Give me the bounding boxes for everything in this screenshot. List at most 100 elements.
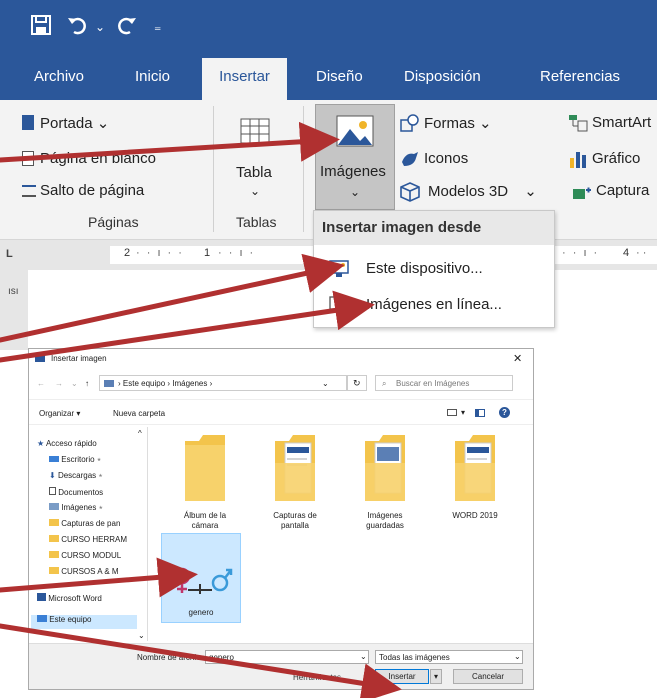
star-icon: ★ [37,439,45,448]
organizar-button[interactable]: Organizar ▾ [39,409,80,418]
nav-label: Descargas [57,471,97,480]
online-pictures-label: Imágenes en línea... [366,296,502,313]
nav-item-imagenes[interactable]: Imágenes ⭑ [49,503,149,517]
portada-button[interactable]: Portada ⌄ [22,114,109,132]
chevron-down-icon[interactable]: ⌄ [514,652,521,661]
nav-item-folder[interactable]: CURSO HERRAM [49,535,149,549]
nav-item-quick-access[interactable]: ★ Acceso rápido [37,439,137,453]
pc-icon [37,615,47,622]
close-icon[interactable]: ✕ [513,352,522,365]
search-placeholder: Buscar en Imágenes [396,379,470,388]
undo-dropdown-icon[interactable]: ⌄ [95,20,105,34]
filename-input[interactable]: genero ⌄ [205,650,369,664]
refresh-icon: ↻ [353,378,361,388]
customize-qat-icon[interactable]: ₌ [154,18,161,35]
tab-disposicion[interactable]: Disposición [404,68,481,85]
nav-item-folder[interactable]: Capturas de pan [49,519,149,533]
file-item-genero[interactable]: genero [161,533,241,623]
search-input[interactable]: ⌕ Buscar en Imágenes [375,375,513,391]
blank-page-label: Página en blanco [40,150,156,167]
refresh-button[interactable]: ↻ [347,375,367,391]
gender-image-thumbnail [173,567,233,594]
nav-item-folder[interactable]: CURSOS A & M [49,567,149,581]
page-break-icon [22,185,36,197]
blank-page-button[interactable]: Página en blanco [22,150,156,167]
nav-scrollbar[interactable]: ^ ⌄ [138,427,148,641]
address-bar[interactable]: › Este equipo › Imágenes › ⌄ [99,375,347,391]
tab-diseno[interactable]: Diseño [316,68,363,85]
redo-icon[interactable] [116,14,138,42]
smartart-button[interactable]: SmartArt [569,114,651,132]
iconos-button[interactable]: Iconos [402,150,468,167]
tab-archivo[interactable]: Archivo [34,68,84,85]
grafico-button[interactable]: Gráfico [570,150,640,168]
nav-item-documentos[interactable]: Documentos [49,487,149,501]
imagenes-button[interactable]: Imágenes ⌄ [315,104,395,210]
page-break-button[interactable]: Salto de página [22,182,144,199]
nav-item-folder[interactable]: CURSO MODUL [49,551,149,565]
tabla-button[interactable]: Tabla ⌄ [222,106,288,206]
formas-label: Formas [424,115,475,132]
save-icon[interactable] [30,14,52,42]
nav-item-este-equipo[interactable]: Este equipo [31,615,137,629]
online-pictures-menu-item[interactable]: Imágenes en línea... [314,287,554,323]
ruler-ticks: · · [636,247,647,259]
this-device-menu-item[interactable]: Este dispositivo... [314,251,554,287]
folder-item[interactable]: Álbum de la cámara [165,433,245,533]
forward-icon[interactable]: → [55,379,63,388]
scroll-down-icon[interactable]: ⌄ [138,631,145,640]
tools-menu[interactable]: Herramientas [293,673,341,682]
dropdown-header: Insertar imagen desde [314,211,554,245]
group-label-tablas: Tablas [236,214,277,230]
view-options-icon[interactable] [447,409,457,416]
file-type-value: Todas las imágenes [379,653,450,662]
device-icon [329,260,349,277]
back-icon[interactable]: ← [37,379,45,388]
insertar-button[interactable]: Insertar [375,669,429,684]
nav-label: Escritorio [61,455,95,464]
ruler-ticks: · · ı · [218,247,256,259]
documents-icon [49,487,56,495]
icons-icon [400,150,420,172]
desktop-icon [49,456,59,462]
tab-insertar[interactable]: Insertar [202,58,287,100]
shapes-icon [400,114,420,136]
chevron-down-icon[interactable]: ⌄ [360,652,367,661]
captura-button[interactable]: Captura [573,182,649,199]
formas-button[interactable]: Formas ⌄ [400,114,492,132]
folder-item[interactable]: WORD 2019 [435,433,515,533]
chart-icon [568,150,588,172]
tab-referencias[interactable]: Referencias [540,68,620,85]
tab-selector-icon[interactable]: L [6,248,13,260]
preview-pane-icon[interactable] [475,409,485,417]
nav-item-descargas[interactable]: ⬇ Descargas ⭑ [49,471,149,485]
ruler-mark: ısı [8,286,19,297]
scroll-up-icon[interactable]: ^ [138,429,142,438]
nueva-carpeta-button[interactable]: Nueva carpeta [113,409,165,418]
ruler-ticks: · · ı · [562,247,600,259]
title-bar: ⌄ ₌ [0,0,657,58]
recent-dropdown-icon[interactable]: ⌄ [71,379,78,388]
nav-item-microsoft-word[interactable]: Microsoft Word [37,593,137,607]
folder-item[interactable]: Capturas de pantalla [255,433,335,533]
undo-icon[interactable] [66,14,90,42]
insertar-options-button[interactable]: ▾ [430,669,442,684]
chevron-down-icon[interactable]: ▾ [461,408,465,417]
ruler-ticks: · · ı · · [136,247,184,259]
nav-label: CURSOS A & M [61,567,119,576]
folder-icon [185,435,225,501]
cancelar-button[interactable]: Cancelar [453,669,523,684]
up-icon[interactable]: ↑ [85,379,89,388]
modelos3d-button[interactable]: Modelos 3D ⌄ [400,182,537,202]
folder-item[interactable]: Imágenes guardadas [345,433,425,533]
chevron-down-icon: ▾ [433,672,438,681]
chevron-down-icon[interactable]: ⌄ [322,379,329,388]
vertical-ruler: ısı [0,270,28,350]
help-icon[interactable]: ? [499,407,510,418]
file-type-select[interactable]: Todas las imágenes ⌄ [375,650,523,664]
nav-label: Documentos [58,488,104,497]
tab-inicio[interactable]: Inicio [135,68,170,85]
nav-item-escritorio[interactable]: Escritorio ⭑ [49,455,149,469]
screenshot-icon [572,184,592,206]
folder-name: cámara [191,521,219,530]
